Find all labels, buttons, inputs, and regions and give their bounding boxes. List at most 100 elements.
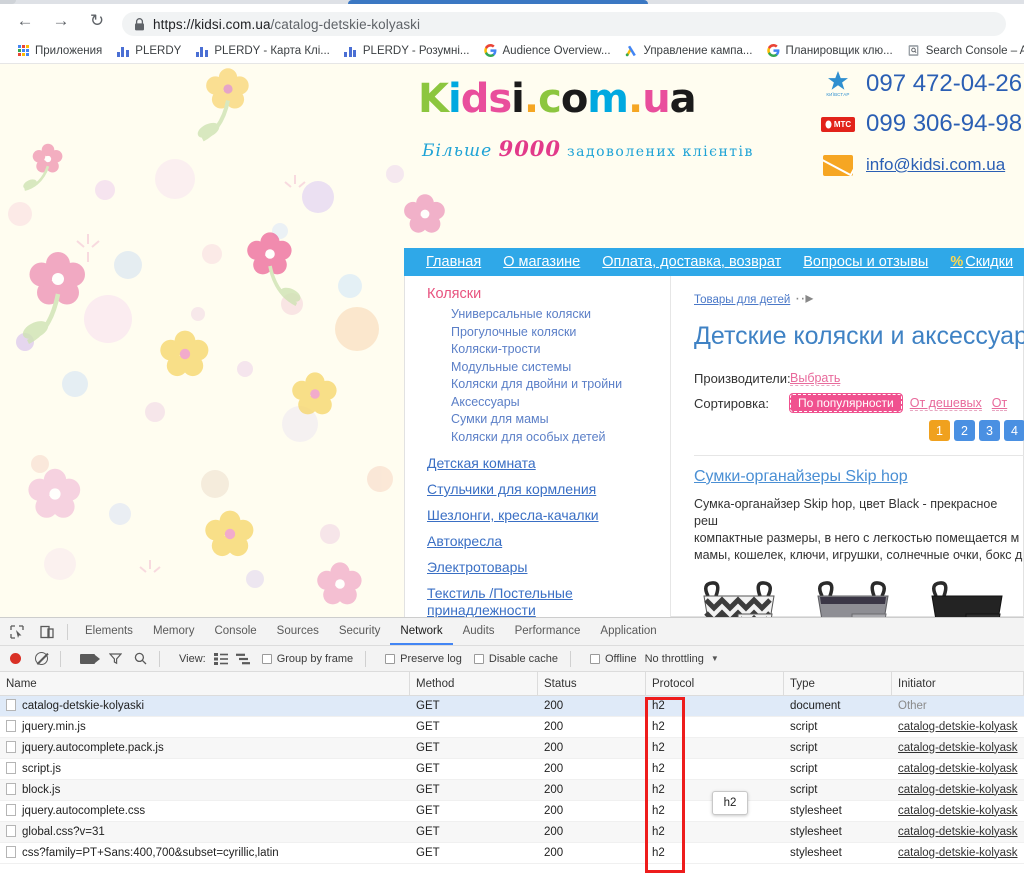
record-icon[interactable]	[10, 653, 21, 664]
tab-performance[interactable]: Performance	[505, 618, 591, 645]
tab-security[interactable]: Security	[329, 618, 391, 645]
apps-grid-icon	[16, 44, 30, 58]
sort-option-expensive[interactable]: От	[992, 396, 1007, 411]
tab-network[interactable]: Network	[390, 618, 452, 645]
category-link-nursery[interactable]: Детская комната	[427, 455, 670, 472]
checkbox-icon[interactable]	[590, 654, 600, 664]
product-variant-chevron[interactable]: Chevron	[694, 580, 784, 617]
table-row[interactable]: jquery.autocomplete.css GET 200 h2 style…	[0, 801, 1024, 822]
sort-option-popularity-active[interactable]: По популярности	[790, 394, 902, 412]
subcategory-item[interactable]: Коляски для особых детей	[451, 429, 670, 447]
filter-funnel-icon[interactable]	[109, 652, 122, 665]
initiator-link[interactable]: catalog-detskie-kolyask	[898, 784, 1018, 796]
address-bar[interactable]: https://kidsi.com.ua/catalog-detskie-kol…	[122, 12, 1006, 36]
forward-icon[interactable]: →	[46, 6, 76, 36]
logo-letter-5: .	[524, 76, 538, 122]
initiator-link[interactable]: catalog-detskie-kolyask	[898, 763, 1018, 775]
sort-option-cheapest[interactable]: От дешевых	[910, 396, 982, 411]
preserve-log-checkbox[interactable]: Preserve log	[385, 653, 462, 665]
column-header-status[interactable]: Status	[538, 672, 646, 696]
nav-item-payment-delivery[interactable]: Оплата, доставка, возврат	[602, 254, 781, 270]
table-row[interactable]: script.js GET 200 h2 script catalog-dets…	[0, 759, 1024, 780]
pagination-page-4[interactable]: 4	[1004, 420, 1024, 441]
column-header-initiator[interactable]: Initiator	[892, 672, 1024, 696]
waterfall-view-icon[interactable]	[236, 653, 250, 665]
subcategory-item[interactable]: Коляски-трости	[451, 341, 670, 359]
subcategory-item[interactable]: Универсальные коляски	[451, 306, 670, 324]
tab-application[interactable]: Application	[590, 618, 666, 645]
checkbox-icon[interactable]	[474, 654, 484, 664]
product-title-link[interactable]: Сумки-органайзеры Skip hop	[694, 468, 908, 485]
inspect-element-icon[interactable]	[4, 620, 30, 644]
tab-memory[interactable]: Memory	[143, 618, 205, 645]
column-header-method[interactable]: Method	[410, 672, 538, 696]
subcategory-item[interactable]: Модульные системы	[451, 359, 670, 377]
initiator-link[interactable]: catalog-detskie-kolyask	[898, 826, 1018, 838]
bookmark-search-console[interactable]: Search Console – A...	[901, 40, 1024, 62]
subcategory-item[interactable]: Аксессуары	[451, 394, 670, 412]
site-logo[interactable]: Kidsi.com.ua	[418, 76, 696, 122]
email-link[interactable]: info@kidsi.com.ua	[866, 155, 1005, 175]
tab-audits[interactable]: Audits	[453, 618, 505, 645]
bookmark-google-ads[interactable]: Управление кампа...	[619, 40, 759, 62]
initiator-link[interactable]: catalog-detskie-kolyask	[898, 721, 1018, 733]
product-variant-heather-grey[interactable]: Heather Grey	[808, 580, 898, 617]
list-view-icon[interactable]	[214, 653, 228, 665]
initiator-link[interactable]: catalog-detskie-kolyask	[898, 742, 1018, 754]
tab-console[interactable]: Console	[204, 618, 266, 645]
bookmark-audience-overview[interactable]: Audience Overview...	[478, 40, 617, 62]
subcategory-item[interactable]: Прогулочные коляски	[451, 324, 670, 342]
bookmark-plerdy[interactable]: PLERDY	[110, 40, 187, 62]
category-link-electronics[interactable]: Электротовары	[427, 559, 670, 576]
table-row[interactable]: jquery.autocomplete.pack.js GET 200 h2 s…	[0, 738, 1024, 759]
back-icon[interactable]: ←	[10, 6, 40, 36]
bookmark-keyword-planner[interactable]: Планировщик клю...	[760, 40, 898, 62]
initiator-link[interactable]: catalog-detskie-kolyask	[898, 847, 1018, 859]
offline-checkbox[interactable]: Offline	[590, 653, 637, 665]
nav-item-about[interactable]: О магазине	[503, 254, 580, 270]
capture-screenshots-icon[interactable]	[80, 654, 95, 664]
pagination-page-1[interactable]: 1	[929, 420, 950, 441]
category-link-bouncers[interactable]: Шезлонги, кресла-качалки	[427, 507, 670, 524]
pagination-page-2[interactable]: 2	[954, 420, 975, 441]
throttling-select[interactable]: No throttling▼	[645, 653, 719, 665]
subcategory-item[interactable]: Сумки для мамы	[451, 411, 670, 429]
pagination-page-3[interactable]: 3	[979, 420, 1000, 441]
category-link-highchairs[interactable]: Стульчики для кормления	[427, 481, 670, 498]
table-row[interactable]: block.js GET 200 h2 script catalog-detsk…	[0, 780, 1024, 801]
initiator-link[interactable]: catalog-detskie-kolyask	[898, 805, 1018, 817]
cell-status: 200	[538, 759, 646, 780]
checkbox-icon[interactable]	[385, 654, 395, 664]
nav-item-home[interactable]: Главная	[426, 254, 481, 270]
cell-initiator: catalog-detskie-kolyask	[892, 738, 1024, 759]
nav-item-discounts[interactable]: %Скидки	[950, 254, 1013, 270]
disable-cache-checkbox[interactable]: Disable cache	[474, 653, 558, 665]
table-row[interactable]: jquery.min.js GET 200 h2 script catalog-…	[0, 717, 1024, 738]
category-link-carseats[interactable]: Автокресла	[427, 533, 670, 550]
product-variant-black[interactable]	[922, 580, 1012, 617]
divider	[60, 651, 61, 667]
column-header-name[interactable]: Name	[0, 672, 410, 696]
table-row[interactable]: global.css?v=31 GET 200 h2 stylesheet ca…	[0, 822, 1024, 843]
checkbox-icon[interactable]	[262, 654, 272, 664]
nav-item-questions-reviews[interactable]: Вопросы и отзывы	[803, 254, 928, 270]
manufacturers-select-link[interactable]: Выбрать	[790, 371, 840, 386]
category-link-textile[interactable]: Текстиль /Постельные принадлежности	[427, 585, 577, 617]
bookmark-apps[interactable]: Приложения	[10, 40, 108, 62]
reload-icon[interactable]: ↻	[82, 6, 112, 36]
tab-sources[interactable]: Sources	[267, 618, 329, 645]
clear-icon[interactable]	[35, 652, 48, 665]
bookmark-plerdy-rozumni[interactable]: PLERDY - Розумні...	[338, 40, 476, 62]
column-header-protocol[interactable]: Protocol	[646, 672, 784, 696]
column-header-type[interactable]: Type	[784, 672, 892, 696]
search-icon[interactable]	[134, 652, 147, 665]
bookmark-plerdy-karta[interactable]: PLERDY - Карта Клі...	[189, 40, 336, 62]
tab-elements[interactable]: Elements	[75, 618, 143, 645]
breadcrumb-link-goods[interactable]: Товары для детей	[694, 294, 790, 306]
group-by-frame-checkbox[interactable]: Group by frame	[262, 653, 353, 665]
subcategory-item[interactable]: Коляски для двойни и тройни	[451, 376, 670, 394]
table-row[interactable]: css?family=PT+Sans:400,700&subset=cyrill…	[0, 843, 1024, 864]
table-row[interactable]: catalog-detskie-kolyaski GET 200 h2 docu…	[0, 696, 1024, 717]
page-viewport: Kidsi.com.ua Більше 9000 задоволених клі…	[0, 64, 1024, 617]
toggle-device-toolbar-icon[interactable]	[34, 620, 60, 644]
